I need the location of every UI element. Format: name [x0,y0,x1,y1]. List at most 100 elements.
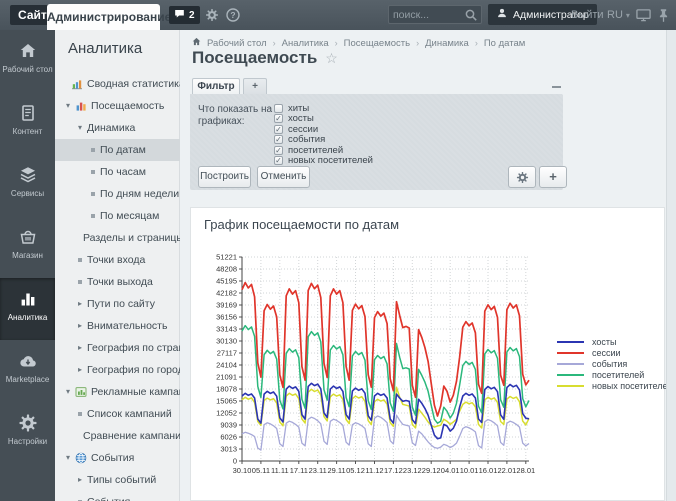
filter-question-label: Что показать на графиках: [198,104,280,128]
sidebar-item-label: По датам [100,144,146,156]
add-filter-tab[interactable]: + [243,78,267,95]
favorite-star-icon[interactable]: ☆ [325,50,338,67]
checkbox-icon[interactable]: ✓ [274,146,283,155]
language-selector[interactable]: RU ▾ [607,9,630,21]
summary-stats-icon [71,78,83,90]
legend-item: новых посетителей [557,380,672,391]
rail-item-store[interactable]: Магазин [0,216,55,278]
sidebar-item[interactable]: Разделы и страницы [55,227,180,249]
sidebar-item-label: Сводная статистика [87,78,185,90]
filter-option[interactable]: ✓новых посетителей [274,156,373,167]
legend-label: хосты [592,337,617,347]
filter-option[interactable]: ✓посетителей [274,145,373,156]
sidebar-item-label: Точки входа [87,254,145,266]
sidebar-item[interactable]: ▾Рекламные кампании [55,381,180,403]
filter-panel: Что показать на графиках: хиты✓хосты✓сес… [190,94,563,190]
breadcrumb-item[interactable]: Посещаемость [344,38,410,49]
sidebar-item[interactable]: По часам [55,161,180,183]
search-icon[interactable] [464,8,478,27]
breadcrumb-item[interactable]: Аналитика [282,38,329,49]
sidebar-item[interactable]: Сводная статистика [55,73,180,95]
rail-item-desktop-home[interactable]: Рабочий стол [0,30,55,92]
scrollbar-track[interactable] [666,30,676,501]
language-label: RU [607,9,623,21]
sidebar-item[interactable]: Сравнение кампаний [55,425,180,447]
notifications-button[interactable]: 2 [169,6,200,24]
legend-item: хосты [557,336,672,347]
checkbox-icon[interactable]: ✓ [274,156,283,165]
svg-text:23.12: 23.12 [403,466,422,475]
monitor-icon[interactable] [636,8,650,22]
sidebar-item[interactable]: По датам [55,139,180,161]
chevron-down-icon: ▾ [66,388,70,396]
sidebar-item[interactable]: ▾Динамика [55,117,180,139]
chevron-down-icon: ▾ [66,454,70,462]
rail-item-settings[interactable]: Настройки [0,402,55,464]
notifications-count: 2 [189,10,195,21]
sidebar-item[interactable]: Список кампаний [55,403,180,425]
search-input[interactable] [389,6,465,23]
filter-option[interactable]: хиты [274,103,373,114]
admin-window: Сайт Администрирование 2 ? Администратор… [0,0,676,501]
chevron-right-icon: ▸ [78,476,82,484]
sidebar-item[interactable]: ▸Внимательность [55,315,180,337]
admin-tab[interactable]: Администрирование [47,4,160,30]
filter-option-label: хосты [288,113,314,124]
module-rail: Рабочий столКонтентСервисыМагазинАналити… [0,30,55,501]
checkbox-icon[interactable]: ✓ [274,125,283,134]
filter-add-button[interactable]: + [539,166,567,188]
sidebar-item[interactable]: ▸География по городам [55,359,180,381]
sidebar-item[interactable]: По дням недели [55,183,180,205]
content-area: Рабочий стол›Аналитика›Посещаемость›Дина… [180,30,676,501]
chart-legend: хостысессиисобытияпосетителейновых посет… [557,336,672,391]
sidebar: Аналитика Сводная статистика▾Посещаемост… [55,30,180,501]
checkbox-icon[interactable] [274,104,283,113]
logout-link[interactable]: Выйти [571,9,604,21]
chevron-right-icon: ▸ [78,366,82,374]
breadcrumb-item[interactable]: Динамика [425,38,469,49]
sidebar-item[interactable]: События [55,491,180,501]
chevron-right-icon: ▸ [78,344,82,352]
sidebar-item[interactable]: ▾Посещаемость [55,95,180,117]
sidebar-item[interactable]: По месяцам [55,205,180,227]
help-icon[interactable]: ? [226,8,240,22]
sidebar-item[interactable]: Точки входа [55,249,180,271]
filter-tab[interactable]: Фильтр [192,78,240,95]
sidebar-item-label: События [91,452,134,464]
cancel-button[interactable]: Отменить [257,166,310,188]
filter-options: хиты✓хосты✓сессии✓события✓посетителей✓но… [274,103,373,166]
filter-option[interactable]: ✓сессии [274,124,373,135]
rail-item-analytics[interactable]: Аналитика [0,278,55,340]
rail-item-marketplace[interactable]: Marketplace [0,340,55,402]
breadcrumb-item[interactable]: Рабочий стол [207,38,267,49]
svg-text:17.12: 17.12 [384,466,403,475]
gear-icon[interactable] [205,8,219,22]
sidebar-item[interactable]: ▸Пути по сайту [55,293,180,315]
checkbox-icon[interactable]: ✓ [274,135,283,144]
filter-settings-button[interactable] [508,166,536,188]
filter-option[interactable]: ✓ хосты [274,114,373,125]
filter-option[interactable]: ✓события [274,135,373,146]
sidebar-item[interactable]: ▸Типы событий [55,469,180,491]
services-icon [18,164,38,186]
checkbox-icon[interactable]: ✓ [274,114,283,123]
collapse-filter-button[interactable] [552,86,561,88]
user-icon [496,7,508,22]
sidebar-item[interactable]: ▸География по странам [55,337,180,359]
content-icon [18,102,38,124]
build-button[interactable]: Построить [198,166,251,188]
sidebar-item-label: По месяцам [100,210,159,222]
sidebar-item-label: Точки выхода [87,276,153,288]
sidebar-item[interactable]: ▾ События [55,447,180,469]
rail-item-label: Marketplace [1,375,55,384]
rail-item-services[interactable]: Сервисы [0,154,55,216]
svg-text:16.01: 16.01 [479,466,498,475]
rail-item-content[interactable]: Контент [0,92,55,154]
settings-icon [18,412,38,434]
legend-swatch [557,385,584,387]
pin-icon[interactable] [659,8,673,22]
sidebar-item[interactable]: Точки выхода [55,271,180,293]
legend-label: посетителей [592,370,644,380]
events-icon [75,452,87,464]
breadcrumb-item[interactable]: По датам [484,38,525,49]
